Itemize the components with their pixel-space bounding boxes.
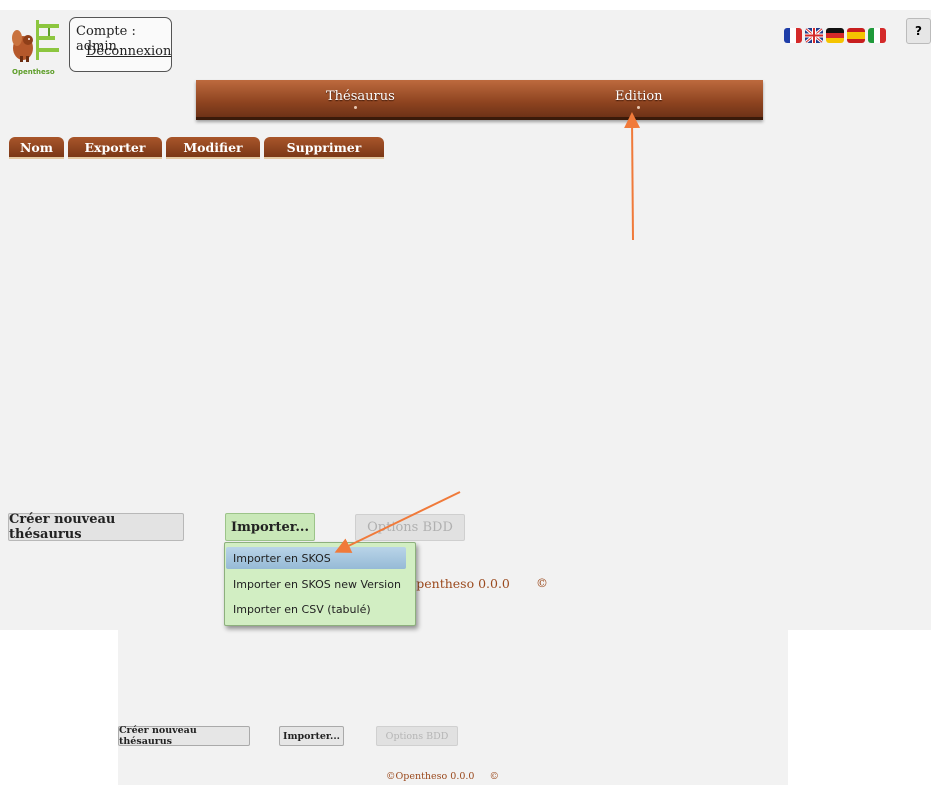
- menu-item-edition[interactable]: Edition: [615, 89, 663, 104]
- footer-text: Opentheso 0.0.0: [406, 576, 510, 591]
- italian-flag-icon[interactable]: [868, 28, 886, 43]
- create-thesaurus-button[interactable]: Créer nouveau thésaurus: [8, 512, 184, 542]
- thesaurus-tabs: Nom Exporter Modifier Supprimer: [9, 137, 388, 159]
- language-flags: [784, 28, 886, 44]
- logo-text: Opentheso: [12, 68, 55, 76]
- import-csv-option[interactable]: Importer en CSV (tabulé): [226, 598, 406, 620]
- opentheso-logo: Opentheso: [6, 20, 70, 76]
- create-thesaurus-button-secondary[interactable]: Créer nouveau thésaurus: [118, 725, 250, 747]
- footer-text-secondary: ©Opentheso 0.0.0 ©: [386, 771, 500, 782]
- menu-item-thesaurus[interactable]: Thésaurus: [326, 89, 395, 104]
- german-flag-icon[interactable]: [826, 28, 844, 43]
- french-flag-icon[interactable]: [784, 28, 802, 43]
- uk-flag-icon[interactable]: [805, 28, 823, 43]
- options-bdd-button-secondary: Options BDD: [376, 726, 458, 746]
- secondary-panel: [118, 630, 788, 785]
- import-dropdown-menu: Importer en SKOS Importer en SKOS new Ve…: [224, 542, 416, 626]
- logout-link[interactable]: Déconnexion: [86, 44, 171, 59]
- menu-indicator-icon: [637, 106, 640, 109]
- account-box: Compte : admin Déconnexion: [69, 17, 172, 72]
- import-button-secondary[interactable]: Importer...: [279, 726, 344, 746]
- tab-nom[interactable]: Nom: [9, 137, 64, 159]
- main-menu-bar: Thésaurus Edition: [196, 80, 763, 120]
- import-button[interactable]: Importer...: [225, 513, 315, 541]
- options-bdd-button: Options BDD: [355, 514, 465, 541]
- help-button[interactable]: ?: [906, 18, 931, 44]
- import-skos-new-version-option[interactable]: Importer en SKOS new Version: [226, 573, 406, 595]
- tab-modifier[interactable]: Modifier: [166, 137, 260, 159]
- spanish-flag-icon[interactable]: [847, 28, 865, 43]
- copyright-icon: ©: [536, 576, 548, 590]
- menu-indicator-icon: [354, 106, 357, 109]
- tab-exporter[interactable]: Exporter: [68, 137, 162, 159]
- import-skos-option[interactable]: Importer en SKOS: [226, 547, 406, 569]
- tab-supprimer[interactable]: Supprimer: [264, 137, 384, 159]
- logo-icon: [12, 20, 59, 62]
